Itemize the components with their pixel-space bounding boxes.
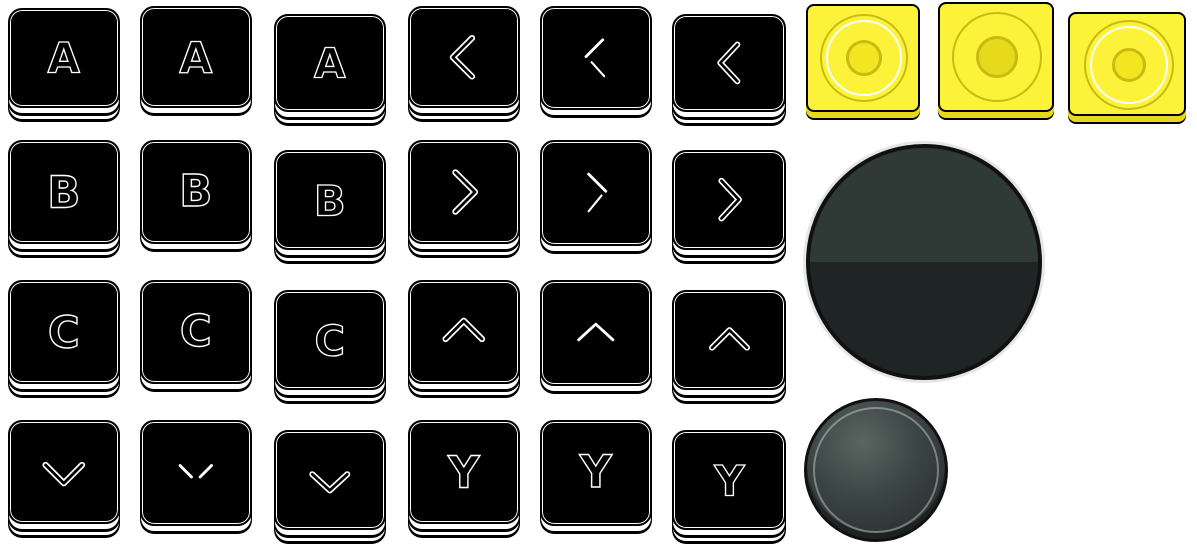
letter-y-glyph: Y <box>447 448 481 499</box>
key-a-normal[interactable]: A <box>8 8 120 108</box>
chevron-down-icon <box>178 464 214 479</box>
letter-c-glyph: C <box>179 306 212 357</box>
chevron-right-icon <box>452 169 479 215</box>
chevron-left-icon <box>584 38 606 78</box>
yellow-button-normal[interactable] <box>806 4 920 112</box>
letter-a-glyph: A <box>47 33 81 83</box>
svg-text:Y: Y <box>579 447 613 498</box>
svg-text:C: C <box>180 307 212 357</box>
yellow-button-pressed[interactable] <box>938 2 1054 112</box>
key-y-disabled[interactable]: Y <box>672 430 786 530</box>
letter-b-glyph: B <box>179 166 213 217</box>
key-a-disabled[interactable]: A <box>274 14 386 112</box>
chevron-down-icon <box>309 471 351 494</box>
chevron-right-icon <box>717 178 742 222</box>
key-up-disabled[interactable] <box>672 290 786 390</box>
letter-y-glyph: Y <box>578 447 613 499</box>
letter-b-glyph: B <box>313 176 346 226</box>
key-down-normal[interactable] <box>8 420 120 524</box>
svg-text:C: C <box>315 317 346 366</box>
key-y-normal[interactable]: Y <box>408 420 520 524</box>
key-down-disabled[interactable] <box>274 430 386 530</box>
chevron-up-icon <box>708 327 750 352</box>
yellow-button-disabled[interactable] <box>1068 12 1186 116</box>
key-right-normal[interactable] <box>408 140 520 244</box>
chevron-left-icon <box>449 34 476 80</box>
key-c-pressed[interactable]: C <box>140 280 252 384</box>
key-b-disabled[interactable]: B <box>274 150 386 250</box>
letter-c-glyph: C <box>314 316 346 366</box>
key-c-disabled[interactable]: C <box>274 290 386 390</box>
key-left-disabled[interactable] <box>672 14 786 112</box>
letter-c-glyph: C <box>47 308 80 359</box>
svg-text:B: B <box>47 168 80 218</box>
sprite-sheet: A A A B B B C C C Y Y Y <box>0 0 1197 549</box>
key-y-pressed[interactable]: Y <box>540 420 652 526</box>
svg-text:Y: Y <box>447 448 480 498</box>
key-up-normal[interactable] <box>408 280 520 384</box>
chevron-up-icon <box>577 322 615 342</box>
key-right-disabled[interactable] <box>672 150 786 250</box>
key-left-pressed[interactable] <box>540 6 652 110</box>
key-left-normal[interactable] <box>408 6 520 108</box>
letter-b-glyph: B <box>47 168 81 219</box>
chevron-down-icon <box>42 461 86 487</box>
joystick-knob-icon[interactable] <box>804 398 948 542</box>
key-a-pressed[interactable]: A <box>140 6 252 108</box>
svg-text:B: B <box>179 167 212 217</box>
chevron-left-icon <box>716 41 740 85</box>
chevron-up-icon <box>442 317 486 343</box>
key-b-pressed[interactable]: B <box>140 140 252 244</box>
svg-text:C: C <box>48 308 80 358</box>
letter-y-glyph: Y <box>712 456 745 506</box>
key-c-normal[interactable]: C <box>8 280 120 384</box>
key-down-pressed[interactable] <box>140 420 252 526</box>
joystick-base-icon[interactable] <box>806 144 1042 380</box>
svg-text:Y: Y <box>713 457 745 506</box>
svg-text:A: A <box>180 34 213 83</box>
key-up-pressed[interactable] <box>540 280 652 386</box>
key-b-normal[interactable]: B <box>8 140 120 244</box>
svg-text:A: A <box>314 39 346 87</box>
key-right-pressed[interactable] <box>540 140 652 246</box>
svg-text:A: A <box>48 34 81 83</box>
letter-a-glyph: A <box>179 33 213 83</box>
svg-text:B: B <box>314 177 346 226</box>
chevron-right-icon <box>587 173 608 213</box>
letter-a-glyph: A <box>314 39 347 88</box>
